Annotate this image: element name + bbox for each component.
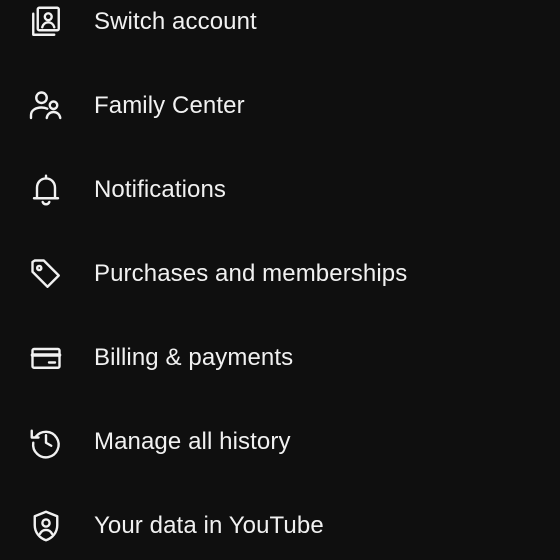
menu-item-label: Manage all history <box>94 428 291 455</box>
menu-item-label: Purchases and memberships <box>94 260 408 287</box>
menu-item-label: Switch account <box>94 8 257 35</box>
menu-item-label: Billing & payments <box>94 344 294 371</box>
menu-item-manage-history[interactable]: Manage all history <box>0 400 560 484</box>
menu-item-notifications[interactable]: Notifications <box>0 148 560 232</box>
switch-account-icon <box>28 4 64 40</box>
history-icon <box>28 424 64 460</box>
account-menu: Switch account Family Center Notificatio… <box>0 0 560 560</box>
credit-card-icon <box>28 340 64 376</box>
shield-person-icon <box>28 508 64 544</box>
menu-item-label: Notifications <box>94 176 227 203</box>
menu-item-switch-account[interactable]: Switch account <box>0 0 560 64</box>
menu-item-family-center[interactable]: Family Center <box>0 64 560 148</box>
menu-item-billing-payments[interactable]: Billing & payments <box>0 316 560 400</box>
menu-item-purchases-memberships[interactable]: Purchases and memberships <box>0 232 560 316</box>
tag-icon <box>28 256 64 292</box>
menu-item-label: Family Center <box>94 92 245 119</box>
menu-item-label: Your data in YouTube <box>94 512 324 539</box>
family-center-icon <box>28 88 64 124</box>
menu-item-your-data[interactable]: Your data in YouTube <box>0 484 560 560</box>
bell-icon <box>28 172 64 208</box>
